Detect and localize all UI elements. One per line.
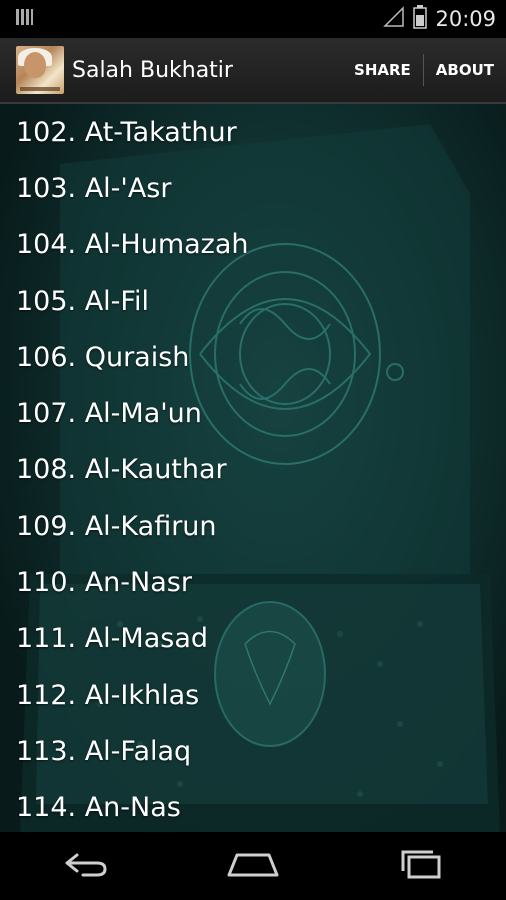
- home-button[interactable]: [213, 841, 293, 891]
- app-title: Salah Bukhatir: [72, 57, 233, 83]
- signal-icon: [383, 6, 405, 32]
- list-item[interactable]: 102. At-Takathur: [0, 104, 506, 160]
- list-item[interactable]: 111. Al-Masad: [0, 611, 506, 667]
- list-item[interactable]: 104. Al-Humazah: [0, 217, 506, 273]
- back-icon: [59, 849, 109, 883]
- recent-apps-icon: [397, 849, 447, 883]
- status-bar: 20:09: [0, 0, 506, 38]
- navigation-bar: [0, 832, 506, 900]
- surah-list-container[interactable]: 102. At-Takathur 103. Al-'Asr 104. Al-Hu…: [0, 104, 506, 832]
- notification-icon: [14, 7, 34, 31]
- share-button[interactable]: SHARE: [342, 38, 423, 102]
- surah-list: 102. At-Takathur 103. Al-'Asr 104. Al-Hu…: [0, 104, 506, 832]
- clock: 20:09: [435, 7, 496, 31]
- list-item[interactable]: 113. Al-Falaq: [0, 723, 506, 779]
- recent-apps-button[interactable]: [382, 841, 462, 891]
- list-item[interactable]: 112. Al-Ikhlas: [0, 667, 506, 723]
- about-button[interactable]: ABOUT: [424, 38, 506, 102]
- action-bar: Salah Bukhatir SHARE ABOUT: [0, 38, 506, 104]
- app-logo-icon[interactable]: [16, 46, 64, 94]
- list-item[interactable]: 107. Al-Ma'un: [0, 385, 506, 441]
- list-item[interactable]: 114. An-Nas: [0, 780, 506, 832]
- list-item[interactable]: 110. An-Nasr: [0, 554, 506, 610]
- back-button[interactable]: [44, 841, 124, 891]
- list-item[interactable]: 108. Al-Kauthar: [0, 442, 506, 498]
- list-item[interactable]: 109. Al-Kafirun: [0, 498, 506, 554]
- list-item[interactable]: 106. Quraish: [0, 329, 506, 385]
- battery-icon: [413, 5, 428, 33]
- list-item[interactable]: 105. Al-Fil: [0, 273, 506, 329]
- list-item[interactable]: 103. Al-'Asr: [0, 160, 506, 216]
- home-icon: [225, 849, 281, 883]
